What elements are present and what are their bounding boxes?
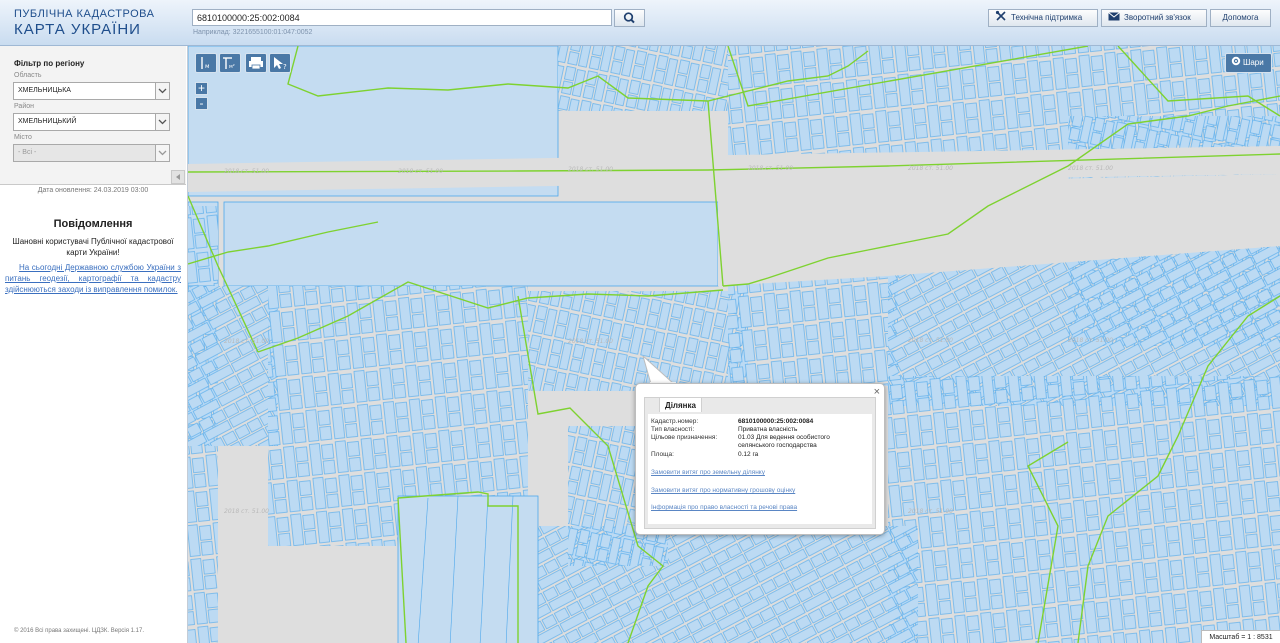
svg-text:2018 ст. 51.00: 2018 ст. 51.00 xyxy=(224,508,269,515)
svg-text:2018 ст. 51.00: 2018 ст. 51.00 xyxy=(224,338,269,345)
popup-content: Ділянка Кадастр.номер: 6810100000:25:002… xyxy=(644,397,876,529)
ownership-info-link[interactable]: Інформація про право власності та речові… xyxy=(651,504,797,511)
search-hint: Наприклад: 3221655100:01:047:0052 xyxy=(193,29,313,36)
gear-icon xyxy=(1231,56,1241,66)
layers-label: Шари xyxy=(1243,58,1264,67)
top-header: ПУБЛІЧНА КАДАСТРОВА КАРТА УКРАЇНИ Наприк… xyxy=(0,0,1280,46)
feedback-button[interactable]: Зворотний зв'язок xyxy=(1101,9,1207,27)
logo-line-1: ПУБЛІЧНА КАДАСТРОВА xyxy=(14,8,155,20)
order-parcel-extract-link[interactable]: Замовити витяг про земельну ділянку xyxy=(651,469,765,476)
popup-pointer xyxy=(642,356,676,386)
chevron-down-icon xyxy=(155,145,169,161)
raion-label: Район xyxy=(14,103,34,110)
misto-select: - Всі - xyxy=(13,144,170,162)
feedback-label: Зворотний зв'язок xyxy=(1124,13,1191,22)
scale-indicator: Масштаб = 1 : 8531 xyxy=(1201,630,1280,643)
ruler-icon: м xyxy=(201,57,210,70)
svg-text:2018 ст. 51.00: 2018 ст. 51.00 xyxy=(1068,165,1113,172)
svg-text:2018 ст. 51.00: 2018 ст. 51.00 xyxy=(908,508,953,515)
cadastral-map[interactable]: 2018 ст. 51.00 2018 ст. 51.00 2018 ст. 51… xyxy=(188,46,1280,643)
svg-text:2018 ст. 51.00: 2018 ст. 51.00 xyxy=(568,166,613,173)
envelope-icon xyxy=(1108,12,1120,21)
print-button[interactable] xyxy=(245,53,267,73)
misto-label: Місто xyxy=(14,134,32,141)
svg-text:2018 ст. 51.00: 2018 ст. 51.00 xyxy=(908,165,953,172)
svg-text:2018 ст. 51.00: 2018 ст. 51.00 xyxy=(398,168,443,175)
update-date: Дата оновлення: 24.03.2019 03:00 xyxy=(37,187,149,194)
oblast-select[interactable]: ХМЕЛЬНИЦЬКА xyxy=(13,82,170,100)
parcel-info-popup: × Ділянка Кадастр.номер: 6810100000:25:0… xyxy=(635,383,885,535)
svg-text:2018 ст. 51.00: 2018 ст. 51.00 xyxy=(748,165,793,172)
map-canvas[interactable]: 2018 ст. 51.00 2018 ст. 51.00 2018 ст. 51… xyxy=(188,46,1280,643)
notice-title: Повідомлення xyxy=(53,218,133,230)
misto-value: - Всі - xyxy=(18,149,37,156)
filter-title: Фільтр по регіону xyxy=(14,59,85,68)
svg-text:2018 ст. 51.00: 2018 ст. 51.00 xyxy=(1068,337,1113,344)
measure-line-unit: м xyxy=(205,63,210,70)
oblast-value: ХМЕЛЬНИЦЬКА xyxy=(18,87,71,94)
area-ruler-icon: м² xyxy=(223,57,235,70)
raion-select[interactable]: ХМЕЛЬНИЦЬКИЙ xyxy=(13,113,170,131)
print-icon xyxy=(249,57,263,70)
order-valuation-extract-link[interactable]: Замовити витяг про нормативну грошову оц… xyxy=(651,487,795,494)
svg-text:2018 ст. 51.00: 2018 ст. 51.00 xyxy=(908,337,953,344)
copyright: © 2016 Всі права захищені. ЦДЗК. Версія … xyxy=(14,628,145,634)
layers-button[interactable]: Шари xyxy=(1225,53,1272,73)
site-logo[interactable]: ПУБЛІЧНА КАДАСТРОВА КАРТА УКРАЇНИ xyxy=(14,8,155,38)
oblast-label: Область xyxy=(14,72,42,79)
measure-area-unit: м² xyxy=(229,64,235,70)
tech-support-button[interactable]: Технічна підтримка xyxy=(988,9,1098,27)
notice-text: Шановні користувачі Публічної кадастрово… xyxy=(12,237,174,257)
chevron-down-icon xyxy=(155,83,169,99)
help-button[interactable]: Допомога xyxy=(1210,9,1271,27)
measure-line-button[interactable]: м xyxy=(195,53,217,73)
zoom-out-button[interactable]: - xyxy=(195,97,208,110)
left-sidebar: Фільтр по регіону Область ХМЕЛЬНИЦЬКА Ра… xyxy=(0,46,188,643)
logo-line-2: КАРТА УКРАЇНИ xyxy=(14,21,141,38)
chevron-down-icon xyxy=(155,114,169,130)
raion-value: ХМЕЛЬНИЦЬКИЙ xyxy=(18,118,77,125)
svg-text:2018 ст. 51.00: 2018 ст. 51.00 xyxy=(224,168,269,175)
search-icon xyxy=(623,12,635,24)
zoom-in-button[interactable]: + xyxy=(195,82,208,95)
chevron-left-icon xyxy=(176,174,180,180)
notice-link[interactable]: На сьогодні Державною службою України з … xyxy=(5,262,181,295)
identify-button[interactable]: ? xyxy=(269,53,291,73)
svg-text:2018 ст. 51.00: 2018 ст. 51.00 xyxy=(568,338,613,345)
tab-parcel[interactable]: Ділянка xyxy=(659,397,702,412)
measure-area-button[interactable]: м² xyxy=(219,53,241,73)
search-button[interactable] xyxy=(614,9,645,27)
cursor-question-icon: ? xyxy=(274,57,287,71)
tools-icon xyxy=(995,10,1006,21)
popup-body: Кадастр.номер: 6810100000:25:002:0084 Ти… xyxy=(648,414,872,524)
cadastral-search-input[interactable] xyxy=(192,9,612,26)
tech-support-label: Технічна підтримка xyxy=(1011,13,1083,22)
collapse-sidebar-button[interactable] xyxy=(171,170,185,184)
svg-text:?: ? xyxy=(283,63,287,71)
region-filter-panel: Фільтр по регіону Область ХМЕЛЬНИЦЬКА Ра… xyxy=(0,46,186,185)
help-label: Допомога xyxy=(1222,13,1259,22)
